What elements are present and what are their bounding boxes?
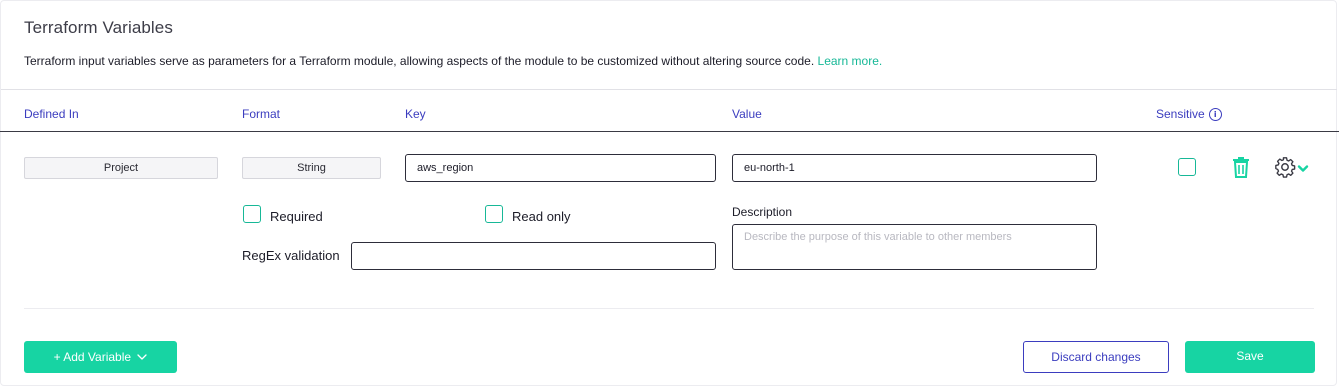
row-settings-menu[interactable] xyxy=(1274,156,1310,178)
read-only-label: Read only xyxy=(512,209,571,224)
learn-more-link[interactable]: Learn more. xyxy=(818,54,883,68)
regex-validation-label: RegEx validation xyxy=(242,248,340,263)
sensitive-label: Sensitive xyxy=(1156,107,1205,121)
description-text: Terraform input variables serve as param… xyxy=(24,54,815,68)
column-header-format: Format xyxy=(242,107,281,121)
gear-icon xyxy=(1275,157,1296,178)
description-textarea[interactable]: Describe the purpose of this variable to… xyxy=(732,224,1097,270)
description-label: Description xyxy=(732,205,793,219)
column-header-sensitive: Sensitive i xyxy=(1156,107,1222,121)
read-only-checkbox[interactable] xyxy=(485,205,503,223)
format-badge: String xyxy=(242,157,381,179)
add-variable-label: + Add Variable xyxy=(53,350,132,364)
key-input[interactable]: aws_region xyxy=(405,154,716,182)
section-description: Terraform input variables serve as param… xyxy=(24,54,882,68)
trash-icon[interactable] xyxy=(1230,156,1252,178)
info-icon[interactable]: i xyxy=(1208,108,1222,121)
sensitive-checkbox[interactable] xyxy=(1178,158,1196,176)
regex-validation-input[interactable] xyxy=(351,242,716,270)
required-label: Required xyxy=(270,209,323,224)
header-divider xyxy=(1,89,1337,90)
required-checkbox[interactable] xyxy=(243,205,261,223)
table-header-divider xyxy=(0,131,1339,132)
defined-in-badge: Project xyxy=(24,157,218,179)
add-variable-button[interactable]: + Add Variable xyxy=(24,341,177,373)
chevron-down-icon xyxy=(1297,165,1309,172)
section-title: Terraform Variables xyxy=(24,18,173,37)
discard-changes-button[interactable]: Discard changes xyxy=(1023,341,1169,373)
chevron-down-icon xyxy=(137,354,148,360)
row-divider xyxy=(24,308,1314,309)
save-button[interactable]: Save xyxy=(1185,341,1315,373)
column-header-key: Key xyxy=(405,107,426,121)
value-input[interactable]: eu-north-1 xyxy=(732,154,1097,182)
column-header-defined-in: Defined In xyxy=(24,107,79,121)
column-header-value: Value xyxy=(732,107,762,121)
